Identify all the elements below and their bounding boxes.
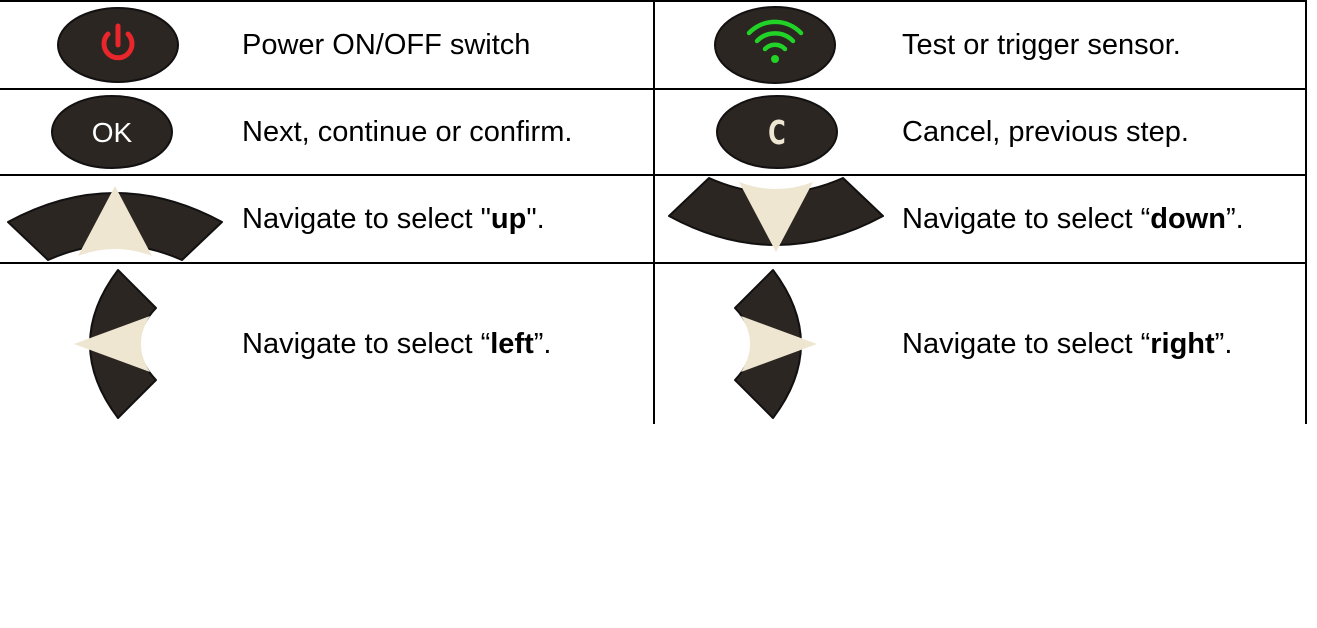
right-text-suffix: ”. [1214,327,1233,360]
left-arrow-button-icon [74,269,157,419]
down-text-suffix: ”. [1225,202,1244,235]
ok-button-icon: OK [51,95,173,169]
legend-row-left-right: Navigate to select “left”. Navigate to s… [0,262,1307,424]
description-cell: Navigate to select “right”. [882,262,1307,424]
icon-cell [0,174,226,264]
left-description: Navigate to select “left”. [226,327,653,362]
left-text-prefix: Navigate to select “ [242,327,491,360]
down-arrow-button-icon [668,177,884,252]
ok-description: Next, continue or confirm. [242,115,573,148]
up-text-bold: up [490,202,527,235]
legend-row-power: Power ON/OFF switch Test or trigger sens… [0,0,1307,90]
test-description: Test or trigger sensor. [902,28,1181,61]
power-button-icon [57,7,179,83]
left-text-suffix: ”. [533,327,552,360]
icon-cell [653,262,882,424]
up-text-prefix: Navigate to select " [242,202,491,235]
up-arrow-button-icon [7,186,223,261]
icon-cell: OK [0,88,226,176]
icon-cell [0,262,226,424]
right-text-prefix: Navigate to select “ [902,327,1151,360]
description-cell: Navigate to select "up". [226,174,655,264]
power-description: Power ON/OFF switch [242,28,531,61]
cancel-label: C [768,113,786,152]
description-cell: Test or trigger sensor. [882,0,1307,90]
icon-cell [653,174,884,264]
legend-row-up-down: Navigate to select "up". Navigate to sel… [0,174,1307,264]
icon-cell: C [653,88,882,176]
right-arrow-button-icon [734,269,817,419]
legend-row-ok: OK Next, continue or confirm. C Cancel, … [0,88,1307,176]
cancel-description: Cancel, previous step. [902,115,1189,148]
down-text-prefix: Navigate to select “ [902,202,1151,235]
description-cell: Navigate to select “left”. [226,262,655,424]
description-cell: Power ON/OFF switch [226,0,655,90]
right-description: Navigate to select “right”. [882,327,1305,362]
description-cell: Next, continue or confirm. [226,88,655,176]
description-cell: Cancel, previous step. [882,88,1307,176]
down-description: Navigate to select “down”. [882,202,1305,237]
button-legend-table: Power ON/OFF switch Test or trigger sens… [0,0,1307,424]
up-description: Navigate to select "up". [226,202,653,237]
left-text-bold: left [490,327,534,360]
wifi-test-button-icon [714,6,836,84]
icon-cell [653,0,882,90]
icon-cell [0,0,226,90]
ok-label: OK [92,117,133,148]
up-text-suffix: ". [526,202,545,235]
description-cell: Navigate to select “down”. [882,174,1307,264]
down-text-bold: down [1150,202,1226,235]
cancel-button-icon: C [716,95,838,169]
right-text-bold: right [1150,327,1215,360]
